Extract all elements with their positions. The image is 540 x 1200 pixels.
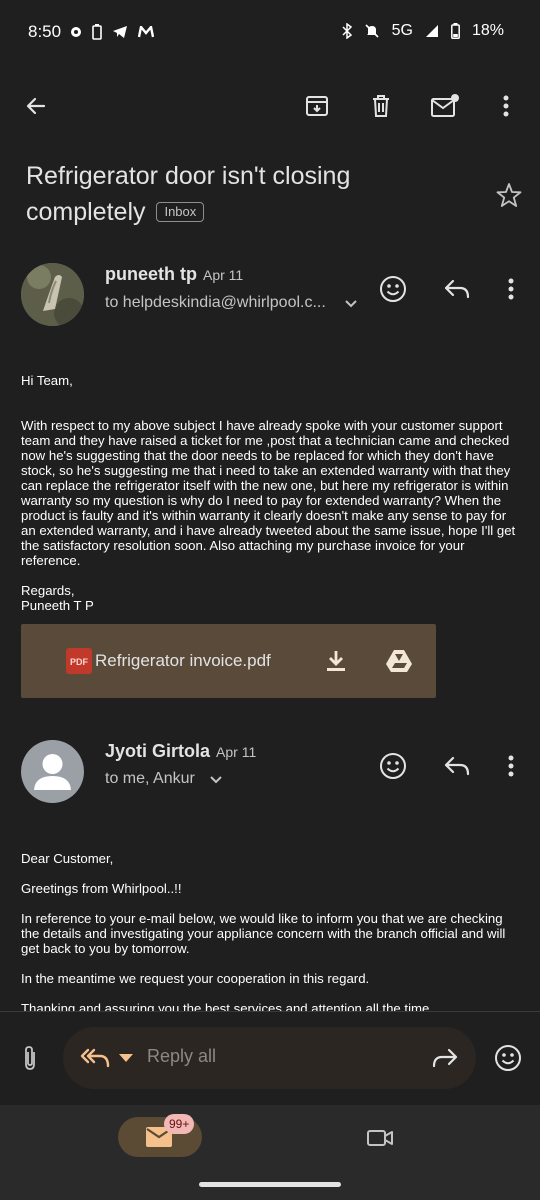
- dropdown-arrow-icon: [119, 1054, 133, 1062]
- recipients-toggle[interactable]: to me, Ankur: [105, 770, 223, 788]
- message-date: Apr 11: [216, 744, 257, 760]
- avatar-photo: [21, 263, 84, 326]
- sender-name[interactable]: Jyoti Girtola Apr 11: [105, 741, 256, 762]
- attachment-card[interactable]: PDF Refrigerator invoice.pdf: [21, 624, 436, 698]
- status-time: 8:50: [28, 22, 62, 41]
- message-body: Dear Customer, Greetings from Whirlpool.…: [21, 851, 521, 1011]
- attachment-name: Refrigerator invoice.pdf: [95, 651, 271, 670]
- reply-button[interactable]: [440, 274, 474, 304]
- download-button[interactable]: [321, 646, 351, 676]
- vpn-icon: [71, 27, 81, 37]
- default-avatar-icon: [34, 754, 71, 790]
- archive-button[interactable]: [299, 88, 335, 124]
- pdf-label: PDF: [70, 657, 89, 667]
- emoji-icon: [380, 276, 406, 302]
- recipients-text: to me, Ankur: [105, 770, 195, 787]
- emoji-icon: [380, 753, 406, 779]
- mark-unread-button[interactable]: [426, 88, 464, 124]
- bluetooth-icon: [342, 23, 352, 39]
- nav-meet-tab[interactable]: [360, 1120, 400, 1156]
- forward-icon: [432, 1048, 458, 1068]
- network-type: 5G: [391, 22, 413, 39]
- body-paragraph: Greetings from Whirlpool..!!: [21, 881, 182, 896]
- sender-name-text: puneeth tp: [105, 264, 197, 284]
- star-button[interactable]: [492, 178, 526, 212]
- archive-icon: [306, 96, 328, 116]
- attach-button[interactable]: [14, 1040, 46, 1076]
- inbox-label[interactable]: Inbox: [156, 202, 205, 222]
- email-subject: Refrigerator door isn't closing complete…: [26, 158, 446, 230]
- more-vert-icon: [508, 755, 514, 777]
- more-vert-icon: [503, 95, 509, 117]
- reply-button[interactable]: [440, 751, 474, 781]
- delete-button[interactable]: [363, 88, 399, 124]
- body-paragraph: Regards,: [21, 583, 75, 598]
- video-camera-icon: [367, 1130, 393, 1146]
- reply-icon: [444, 756, 470, 776]
- message-body: Hi Team, With respect to my above subjec…: [21, 373, 521, 613]
- drive-icon: [386, 650, 412, 672]
- body-paragraph: Dear Customer,: [21, 851, 114, 866]
- chevron-down-icon: [210, 776, 222, 784]
- message-more-button[interactable]: [496, 751, 526, 781]
- body-paragraph: In the meantime we request your cooperat…: [21, 971, 370, 986]
- recipients-text: to helpdeskindia@whirlpool.c...: [105, 294, 326, 311]
- emoji-react-button[interactable]: [491, 1041, 525, 1075]
- battery-percent: 18%: [471, 22, 504, 39]
- message-more-button[interactable]: [496, 274, 526, 304]
- chevron-down-icon: [345, 300, 357, 308]
- sender-avatar[interactable]: [21, 263, 84, 326]
- signal-icon: [425, 25, 438, 37]
- telegram-icon: [113, 26, 127, 38]
- mute-icon: [365, 24, 379, 38]
- attach-icon: [25, 1046, 35, 1070]
- status-bar: 8:50 5G 18%: [0, 0, 540, 66]
- reply-icon: [444, 279, 470, 299]
- body-paragraph: Hi Team,: [21, 373, 73, 388]
- star-icon: [496, 183, 522, 207]
- download-icon: [327, 651, 345, 671]
- back-button[interactable]: [18, 88, 54, 124]
- back-arrow-icon: [26, 97, 46, 115]
- react-emoji-button[interactable]: [376, 272, 410, 306]
- body-paragraph: In reference to your e-mail below, we wo…: [21, 911, 506, 956]
- battery-saver-icon: [92, 24, 102, 40]
- subject-line-1: Refrigerator door isn't closing: [26, 162, 351, 190]
- notification-icons: [70, 24, 154, 40]
- system-status-icons: 5G 18%: [342, 22, 504, 40]
- body-paragraph: With respect to my above subject I have …: [21, 418, 516, 568]
- more-vert-icon: [508, 278, 514, 300]
- delete-icon: [373, 95, 389, 117]
- pdf-file-icon: PDF: [66, 648, 92, 674]
- battery-icon: [451, 23, 460, 39]
- subject-text-2: completely: [26, 198, 146, 226]
- home-gesture-bar[interactable]: [199, 1182, 341, 1187]
- sender-name-text: Jyoti Girtola: [105, 741, 211, 761]
- emoji-icon: [495, 1045, 521, 1071]
- forward-button[interactable]: [428, 1043, 462, 1073]
- more-options-button[interactable]: [490, 88, 522, 124]
- unread-count-badge: 99+: [164, 1114, 195, 1134]
- subject-line-2: completely Inbox: [26, 194, 446, 230]
- sender-name[interactable]: puneeth tp Apr 11: [105, 264, 243, 285]
- message-date: Apr 11: [203, 267, 244, 283]
- reply-all-placeholder: Reply all: [147, 1046, 217, 1066]
- save-to-drive-button[interactable]: [383, 646, 415, 676]
- react-emoji-button[interactable]: [376, 749, 410, 783]
- gmail-notification-icon: [138, 26, 154, 38]
- reply-all-icon-button[interactable]: [78, 1043, 112, 1073]
- sender-avatar[interactable]: [21, 740, 84, 803]
- mark-unread-icon: [431, 94, 459, 117]
- body-paragraph: Thanking and assuring you the best servi…: [21, 1001, 430, 1011]
- body-paragraph: Puneeth T P: [21, 598, 94, 613]
- reply-type-dropdown[interactable]: [116, 1048, 136, 1068]
- reply-all-icon: [80, 1048, 110, 1068]
- recipients-toggle[interactable]: to helpdeskindia@whirlpool.c...: [105, 294, 358, 312]
